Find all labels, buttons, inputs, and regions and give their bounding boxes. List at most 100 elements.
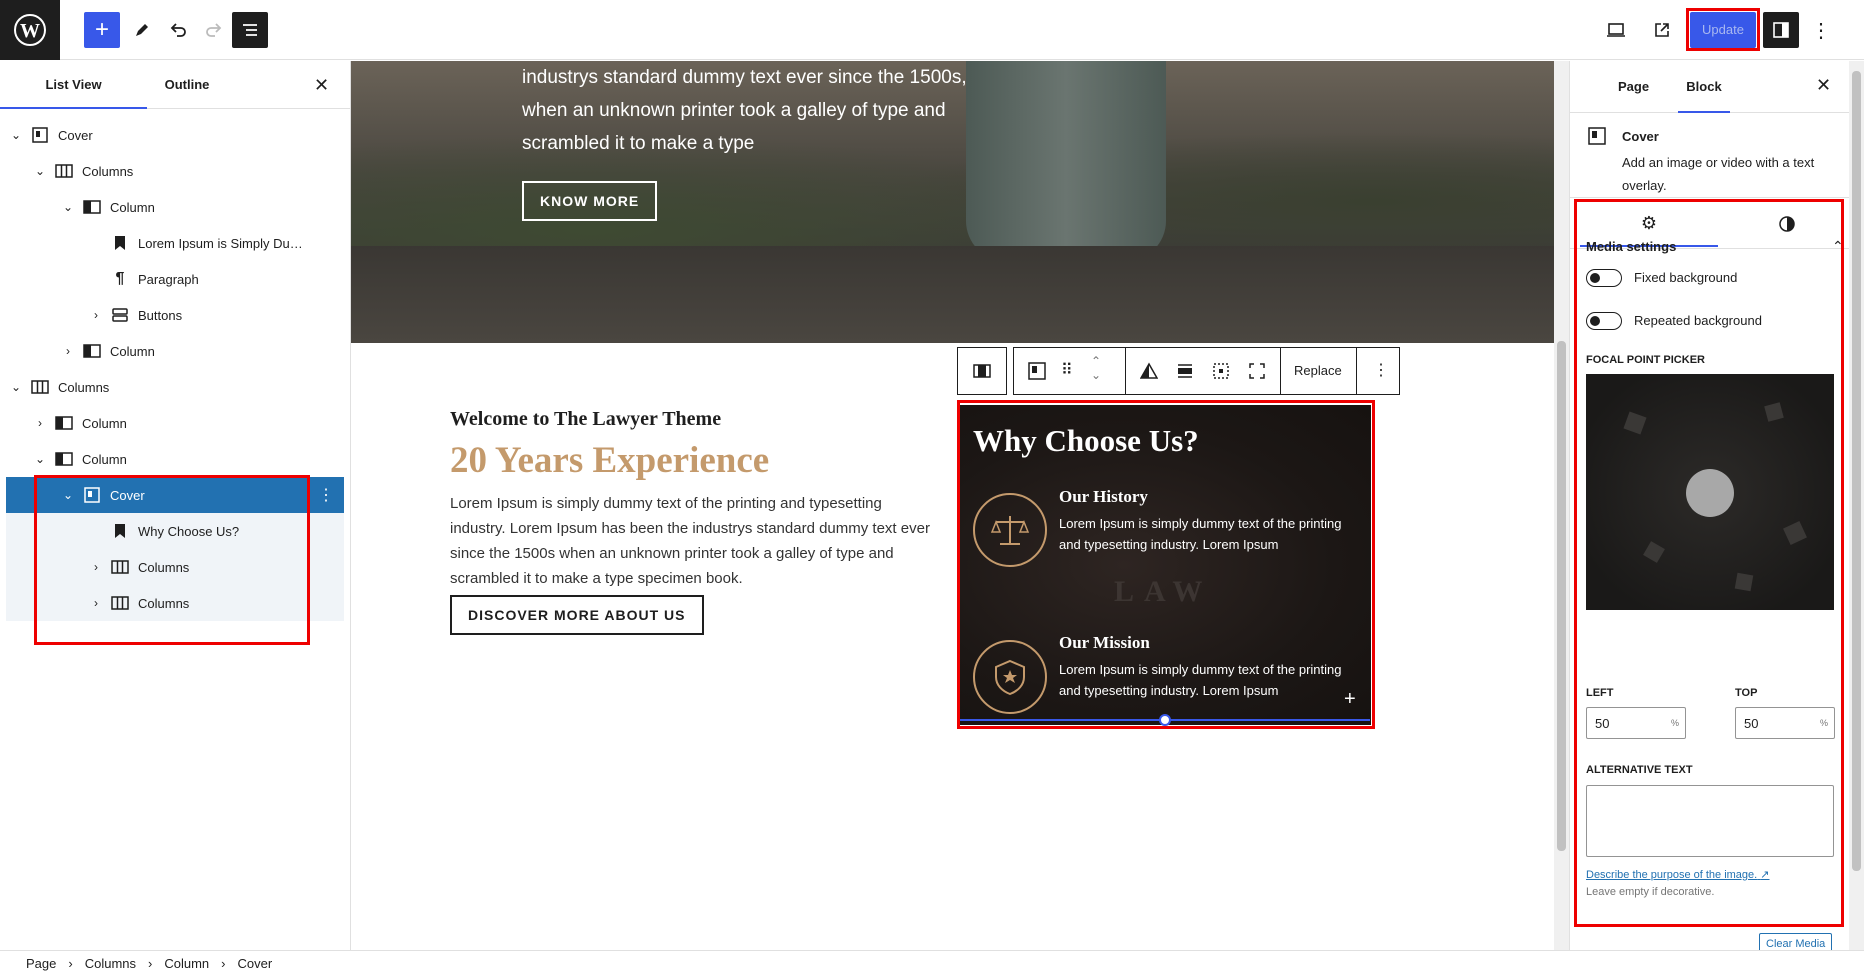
fixed-background-toggle[interactable] xyxy=(1586,269,1622,287)
focal-point-picker[interactable] xyxy=(1586,374,1834,610)
focal-point-handle[interactable] xyxy=(1686,469,1734,517)
editor-canvas: industrys standard dummy text ever since… xyxy=(351,61,1554,950)
redo-button[interactable] xyxy=(196,12,232,48)
tree-item-paragraph[interactable]: ¶ Paragraph xyxy=(6,261,344,297)
drag-handle-icon[interactable]: ⠿ xyxy=(1061,360,1073,380)
chevron-up-icon[interactable]: ⌃ xyxy=(1832,238,1844,255)
tree-item-column[interactable]: ⌄ Column xyxy=(6,441,344,477)
canvas-scrollbar[interactable] xyxy=(1554,61,1569,950)
tree-item-cover[interactable]: ⌄ Cover xyxy=(6,117,344,153)
resize-handle[interactable] xyxy=(1159,714,1171,726)
toolbar-divider xyxy=(1356,348,1357,394)
tree-item-columns[interactable]: ⌄ Columns xyxy=(6,153,344,189)
welcome-kicker[interactable]: Welcome to The Lawyer Theme xyxy=(450,408,721,431)
close-icon[interactable]: ✕ xyxy=(1816,75,1831,96)
tree-item-column[interactable]: › Column xyxy=(6,405,344,441)
hero-cover-block[interactable]: industrys standard dummy text ever since… xyxy=(351,61,1554,343)
chevron-down-icon[interactable]: ⌄ xyxy=(30,452,50,466)
edit-tools-button[interactable] xyxy=(124,12,160,48)
canvas-scroll-thumb[interactable] xyxy=(1557,341,1566,851)
undo-button[interactable] xyxy=(160,12,196,48)
chevron-down-icon[interactable]: ⌄ xyxy=(58,200,78,214)
chevron-down-icon[interactable]: ⌄ xyxy=(6,128,26,142)
tree-label: Paragraph xyxy=(138,271,199,287)
update-button[interactable]: Update xyxy=(1690,12,1756,48)
repeated-background-toggle[interactable] xyxy=(1586,312,1622,330)
tab-block[interactable]: Block xyxy=(1678,61,1730,113)
alt-text-help-link[interactable]: Describe the purpose of the image. ↗ xyxy=(1586,868,1770,881)
breadcrumb-item[interactable]: Column xyxy=(164,956,209,971)
welcome-title[interactable]: 20 Years Experience xyxy=(450,439,769,482)
tree-item-columns[interactable]: › Columns xyxy=(6,549,344,585)
sidebar-scroll-thumb[interactable] xyxy=(1852,71,1861,871)
tree-item-columns[interactable]: ⌄ Columns xyxy=(6,369,344,405)
wordpress-logo[interactable]: W xyxy=(0,0,60,60)
tab-list-view[interactable]: List View xyxy=(0,61,147,109)
cover-icon[interactable] xyxy=(1028,362,1046,383)
tree-item-cover-selected[interactable]: ⌄ Cover ⋮ xyxy=(6,477,344,513)
chevron-right-icon[interactable]: › xyxy=(86,596,106,610)
chevron-down-icon[interactable]: ⌄ xyxy=(6,380,26,394)
add-block-button[interactable]: + xyxy=(84,12,120,48)
align-icon[interactable] xyxy=(1176,362,1194,383)
tree-item-column[interactable]: ⌄ Column xyxy=(6,189,344,225)
breadcrumb-item[interactable]: Columns xyxy=(85,956,136,971)
why-title[interactable]: Why Choose Us? xyxy=(973,423,1199,459)
tab-page[interactable]: Page xyxy=(1618,61,1649,113)
media-settings-heading[interactable]: Media settings xyxy=(1586,239,1676,254)
tab-outline[interactable]: Outline xyxy=(147,61,227,109)
alt-text-help: Leave empty if decorative. xyxy=(1586,886,1715,898)
alt-text-input[interactable] xyxy=(1586,785,1834,857)
position-icon[interactable] xyxy=(1212,362,1230,383)
tree-item-heading[interactable]: Lorem Ipsum is Simply Du… xyxy=(6,225,344,261)
know-more-button[interactable]: KNOW MORE xyxy=(522,181,658,221)
mission-body[interactable]: Lorem Ipsum is simply dummy text of the … xyxy=(1059,659,1359,701)
sidebar-scrollbar[interactable] xyxy=(1849,61,1864,950)
mission-title[interactable]: Our Mission xyxy=(1059,633,1150,653)
columns-icon xyxy=(30,377,50,397)
history-body[interactable]: Lorem Ipsum is simply dummy text of the … xyxy=(1059,513,1359,555)
hero-line: when an unknown printer took a galley of… xyxy=(522,100,946,121)
repeated-background-label: Repeated background xyxy=(1634,313,1762,328)
chevron-right-icon[interactable]: › xyxy=(30,416,50,430)
chevron-down-icon[interactable]: ⌄ xyxy=(30,164,50,178)
breadcrumb-item[interactable]: Page xyxy=(26,956,56,971)
toolbar-divider xyxy=(1280,348,1281,394)
contrast-icon[interactable] xyxy=(1139,362,1159,383)
options-button[interactable]: ⋮ xyxy=(1803,12,1839,48)
chevron-right-icon: › xyxy=(221,956,226,971)
preview-button[interactable] xyxy=(1598,12,1634,48)
settings-sidebar: Page Block ✕ Cover Add an image or video… xyxy=(1569,61,1864,955)
chevron-right-icon[interactable]: › xyxy=(86,308,106,322)
more-vertical-icon[interactable]: ⋮ xyxy=(318,485,334,505)
list-view-icon xyxy=(243,24,257,36)
chevron-right-icon[interactable]: › xyxy=(58,344,78,358)
replace-button[interactable]: Replace xyxy=(1294,363,1342,378)
close-icon[interactable]: ✕ xyxy=(314,75,329,96)
list-view-button[interactable] xyxy=(232,12,268,48)
settings-sidebar-button[interactable] xyxy=(1763,12,1799,48)
chevron-down-icon[interactable]: ⌄ xyxy=(58,488,78,502)
focal-left-input[interactable]: 50% xyxy=(1586,707,1686,739)
chevron-right-icon[interactable]: › xyxy=(86,560,106,574)
tree-item-column[interactable]: › Column xyxy=(6,333,344,369)
plus-icon[interactable]: + xyxy=(1344,688,1356,711)
tile-image xyxy=(1643,541,1665,563)
tree-item-buttons[interactable]: › Buttons xyxy=(6,297,344,333)
parent-select-button[interactable] xyxy=(957,347,1007,395)
history-title[interactable]: Our History xyxy=(1059,487,1148,507)
shield-icon xyxy=(973,640,1047,714)
view-page-button[interactable] xyxy=(1644,12,1680,48)
more-vertical-icon[interactable]: ⋮ xyxy=(1373,360,1389,380)
fullheight-icon[interactable] xyxy=(1248,362,1266,383)
focal-top-input[interactable]: 50% xyxy=(1735,707,1835,739)
move-arrows-icon[interactable]: ⌃ ⌄ xyxy=(1091,354,1101,382)
tree-item-columns[interactable]: › Columns xyxy=(6,585,344,621)
why-choose-cover[interactable]: LAW Why Choose Us? Our History Lorem Ips… xyxy=(959,405,1371,725)
discover-button[interactable]: DISCOVER MORE ABOUT US xyxy=(450,595,704,635)
hero-paragraph[interactable]: industrys standard dummy text ever since… xyxy=(522,61,1002,160)
pencil-icon xyxy=(136,24,148,36)
tree-item-heading[interactable]: Why Choose Us? xyxy=(6,513,344,549)
tree-label: Cover xyxy=(58,127,93,143)
welcome-body[interactable]: Lorem Ipsum is simply dummy text of the … xyxy=(450,491,930,591)
